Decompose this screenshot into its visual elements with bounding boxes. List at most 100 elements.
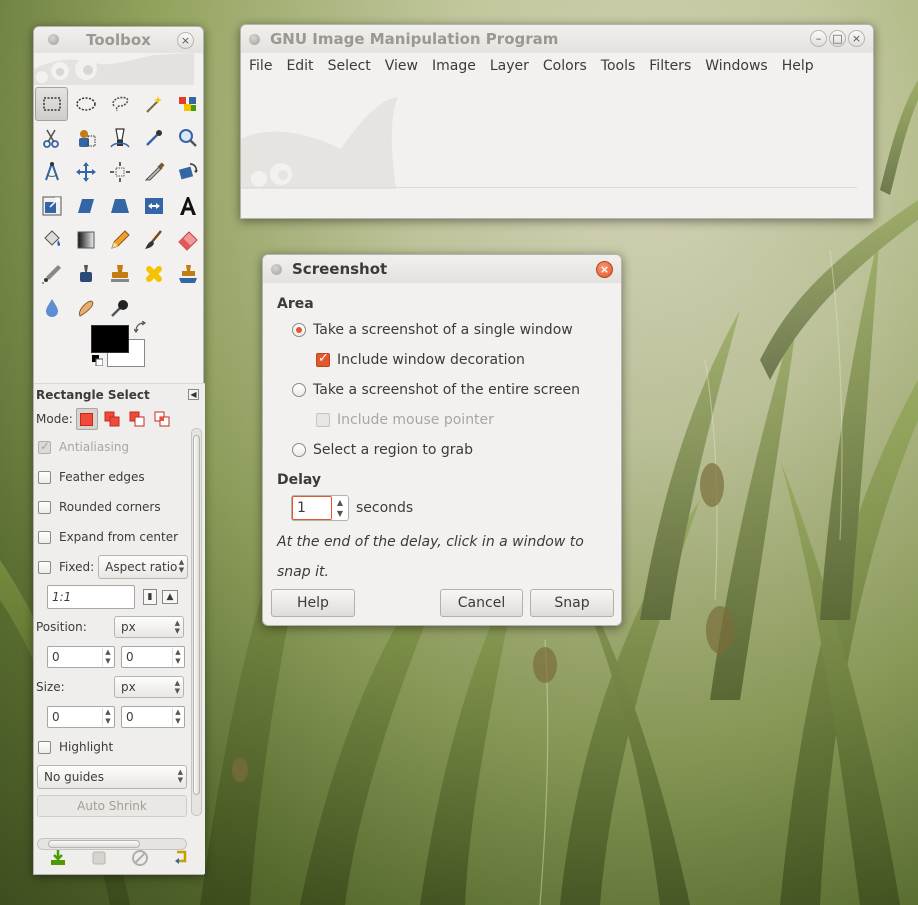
screenshot-close-button[interactable]: ×	[596, 261, 613, 278]
include-pointer-option[interactable]: Include mouse pointer	[277, 405, 607, 435]
bucket-fill-tool[interactable]	[35, 223, 68, 257]
scissors-select-tool[interactable]	[35, 121, 68, 155]
expand-from-center-checkbox[interactable]	[38, 530, 51, 544]
delay-value[interactable]: 1	[292, 496, 332, 520]
menu-edit[interactable]: Edit	[279, 53, 320, 79]
blend-tool[interactable]	[69, 223, 102, 257]
screenshot-titlebar[interactable]: Screenshot ×	[263, 255, 621, 283]
expand-from-center-row[interactable]: Expand from center	[34, 522, 205, 552]
empty-image-area[interactable]	[241, 79, 873, 218]
ink-tool[interactable]	[69, 257, 102, 291]
mode-replace-button[interactable]	[75, 408, 98, 430]
size-unit-combo[interactable]: px ▲ ▼	[114, 676, 184, 698]
guides-combo[interactable]: No guides ▲ ▼	[37, 765, 187, 789]
text-tool[interactable]	[171, 189, 204, 223]
dodge-burn-tool[interactable]	[103, 291, 136, 325]
ellipse-select-tool[interactable]	[69, 87, 102, 121]
ratio-input[interactable]: 1:1	[47, 585, 135, 609]
position-x-input[interactable]: 0 ▲ ▼	[47, 646, 115, 668]
perspective-tool[interactable]	[103, 189, 136, 223]
measure-tool[interactable]	[35, 155, 68, 189]
swap-colors-icon[interactable]	[134, 321, 147, 334]
foreground-color-swatch[interactable]	[91, 325, 129, 353]
feather-edges-row[interactable]: Feather edges	[34, 462, 205, 492]
include-decoration-option[interactable]: Include window decoration	[277, 345, 607, 375]
mode-subtract-button[interactable]	[126, 408, 148, 430]
move-tool[interactable]	[69, 155, 102, 189]
menu-image[interactable]: Image	[425, 53, 483, 79]
size-height-input[interactable]: 0 ▲ ▼	[121, 706, 185, 728]
paths-tool[interactable]	[103, 121, 136, 155]
eraser-tool[interactable]	[171, 223, 204, 257]
fuzzy-select-tool[interactable]	[137, 87, 170, 121]
menu-help[interactable]: Help	[775, 53, 821, 79]
spin-arrows-icon[interactable]: ▲ ▼	[102, 708, 113, 726]
align-tool[interactable]	[103, 155, 136, 189]
landscape-icon[interactable]: ▲	[162, 590, 178, 604]
clone-tool[interactable]	[103, 257, 136, 291]
portrait-icon[interactable]: ▮	[143, 589, 157, 605]
menu-file[interactable]: File	[242, 53, 279, 79]
delay-spinbutton[interactable]: 1 ▲ ▼	[291, 495, 349, 521]
position-y-input[interactable]: 0 ▲ ▼	[121, 646, 185, 668]
region-radio[interactable]	[292, 443, 306, 457]
perspective-clone-tool[interactable]	[171, 257, 204, 291]
mode-intersect-button[interactable]	[151, 408, 173, 430]
maximize-button[interactable]: □	[829, 30, 846, 47]
heal-tool[interactable]	[137, 257, 170, 291]
pencil-tool[interactable]	[103, 223, 136, 257]
spin-arrows-icon[interactable]: ▲ ▼	[172, 648, 183, 666]
close-button[interactable]: ×	[848, 30, 865, 47]
menu-layer[interactable]: Layer	[483, 53, 536, 79]
single-window-radio[interactable]	[292, 323, 306, 337]
include-pointer-checkbox[interactable]	[316, 413, 330, 427]
auto-shrink-button[interactable]: Auto Shrink	[37, 795, 187, 817]
zoom-tool[interactable]	[171, 121, 204, 155]
scale-tool[interactable]	[35, 189, 68, 223]
flip-tool[interactable]	[137, 189, 170, 223]
help-button[interactable]: Help	[271, 589, 355, 617]
save-options-button[interactable]	[48, 848, 68, 868]
airbrush-tool[interactable]	[35, 257, 68, 291]
paintbrush-tool[interactable]	[137, 223, 170, 257]
toolbox-close-button[interactable]: ×	[177, 32, 194, 49]
antialiasing-checkbox[interactable]	[38, 439, 51, 454]
color-picker-tool[interactable]	[137, 121, 170, 155]
region-option[interactable]: Select a region to grab	[277, 435, 607, 465]
color-select-tool[interactable]	[171, 87, 204, 121]
shear-tool[interactable]	[69, 189, 102, 223]
highlight-row[interactable]: Highlight	[34, 732, 205, 762]
delete-options-button[interactable]	[130, 848, 150, 868]
antialiasing-row[interactable]: Antialiasing	[34, 432, 205, 462]
spin-arrows-icon[interactable]: ▲ ▼	[102, 648, 113, 666]
menu-tools[interactable]: Tools	[594, 53, 643, 79]
cancel-button[interactable]: Cancel	[440, 589, 523, 617]
mode-add-button[interactable]	[101, 408, 123, 430]
entire-screen-option[interactable]: Take a screenshot of the entire screen	[277, 375, 607, 405]
reset-options-button[interactable]	[171, 848, 191, 868]
foreground-select-tool[interactable]	[69, 121, 102, 155]
single-window-option[interactable]: Take a screenshot of a single window	[277, 315, 607, 345]
rotate-tool[interactable]	[171, 155, 204, 189]
fixed-checkbox[interactable]	[38, 560, 51, 574]
menu-colors[interactable]: Colors	[536, 53, 594, 79]
default-colors-icon[interactable]	[92, 355, 103, 366]
options-vertical-scrollbar[interactable]	[191, 428, 202, 816]
minimize-button[interactable]: –	[810, 30, 827, 47]
fixed-mode-combo[interactable]: Aspect ratio ▲ ▼	[98, 555, 189, 579]
spin-arrows-icon[interactable]: ▲ ▼	[172, 708, 183, 726]
rect-select-tool[interactable]	[35, 87, 68, 121]
menu-select[interactable]: Select	[321, 53, 378, 79]
snap-button[interactable]: Snap	[530, 589, 614, 617]
menu-view[interactable]: View	[378, 53, 425, 79]
rounded-corners-row[interactable]: Rounded corners	[34, 492, 205, 522]
restore-options-button[interactable]	[89, 848, 109, 868]
include-decoration-checkbox[interactable]	[316, 351, 330, 367]
scrollbar-thumb[interactable]	[193, 435, 200, 795]
menu-windows[interactable]: Windows	[698, 53, 775, 79]
position-unit-combo[interactable]: px ▲ ▼	[114, 616, 184, 638]
blur-tool[interactable]	[35, 291, 68, 325]
toolbox-titlebar[interactable]: Toolbox ×	[34, 27, 203, 53]
menu-filters[interactable]: Filters	[642, 53, 698, 79]
smudge-tool[interactable]	[69, 291, 102, 325]
